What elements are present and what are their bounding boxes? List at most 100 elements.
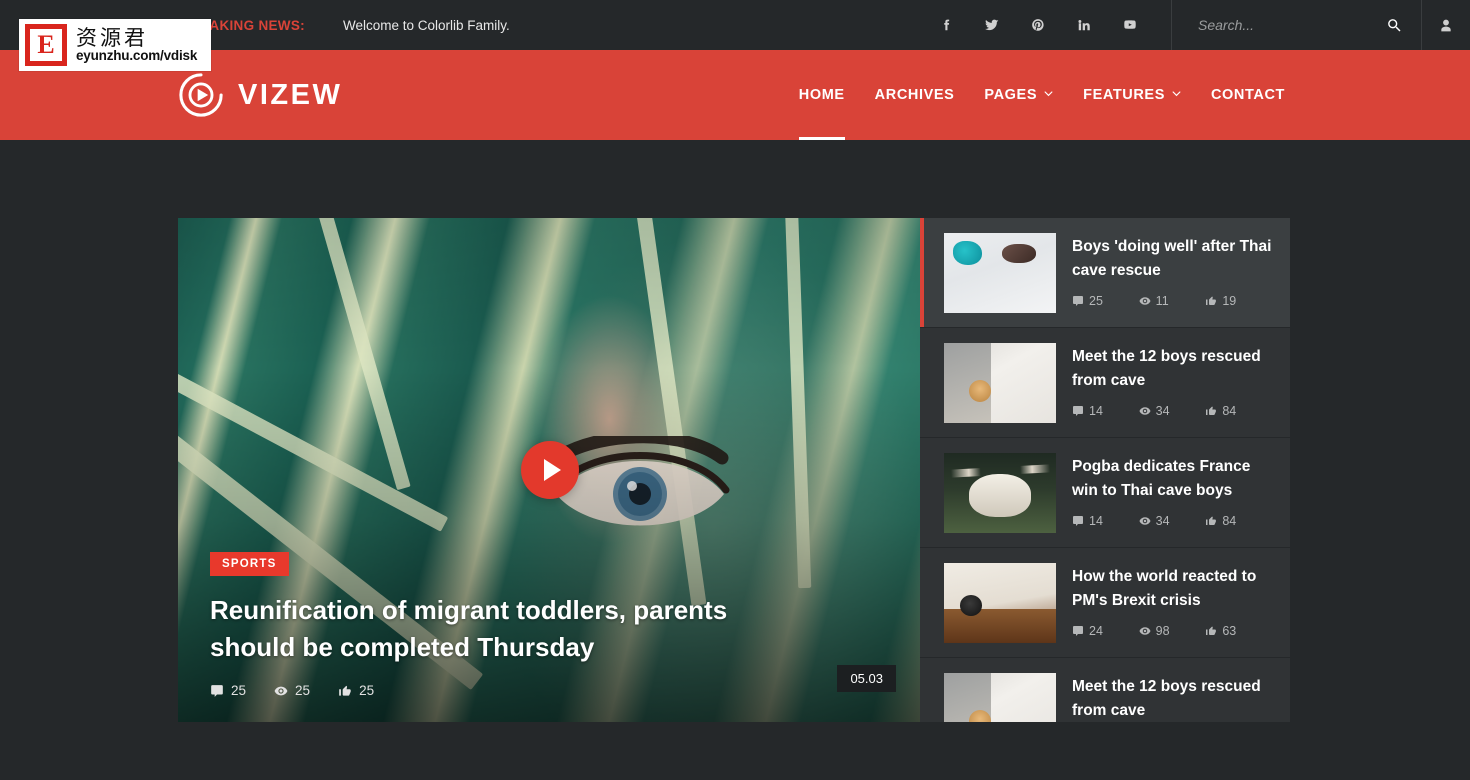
playlist-item-title[interactable]: Meet the 12 boys rescued from cave [1072, 345, 1272, 393]
nav-item-contact[interactable]: CONTACT [1196, 50, 1300, 140]
nav-label-pages: PAGES [984, 87, 1038, 103]
search-input[interactable] [1198, 17, 1381, 33]
playlist-item[interactable]: How the world reacted to PM's Brexit cri… [920, 548, 1290, 658]
comment-count-value: 14 [1089, 514, 1103, 529]
comment-count-value: 25 [231, 683, 247, 698]
main-header: VIZEW HOME ARCHIVES PAGES FEATURES CONTA… [0, 50, 1470, 140]
comment-count-value: 14 [1089, 404, 1103, 419]
comment-icon [1073, 296, 1083, 307]
view-count: 34 [1139, 514, 1206, 528]
thumbs-up-icon [1206, 296, 1217, 306]
watermark-overlay: E 资源君 eyunzhu.com/vdisk [19, 19, 211, 71]
video-duration: 05.03 [837, 665, 896, 692]
playlist-item-thumbnail [944, 673, 1056, 722]
featured-video-title[interactable]: Reunification of migrant toddlers, paren… [210, 592, 810, 667]
social-link-twitter[interactable] [969, 0, 1015, 50]
eye-icon [1139, 407, 1151, 415]
like-count: 84 [1205, 514, 1272, 528]
view-count-value: 98 [1155, 624, 1170, 639]
twitter-icon [985, 19, 999, 31]
playlist-item-meta: 14 34 84 [1072, 404, 1272, 418]
facebook-icon [944, 19, 950, 31]
eye-icon [1139, 517, 1151, 525]
social-link-pinterest[interactable] [1015, 0, 1061, 50]
comment-count-value: 25 [1089, 294, 1103, 309]
social-link-youtube[interactable] [1107, 0, 1153, 50]
nav-item-home[interactable]: HOME [784, 50, 860, 140]
view-count-value: 25 [295, 683, 311, 698]
playlist-item[interactable]: Boys 'doing well' after Thai cave rescue… [920, 218, 1290, 328]
view-count-value: 34 [1155, 404, 1170, 419]
thumbs-up-icon [1206, 516, 1217, 526]
nav-label-features: FEATURES [1083, 87, 1165, 103]
playlist-item-title[interactable]: Meet the 12 boys rescued from cave [1072, 675, 1272, 722]
comment-count: 14 [1072, 404, 1139, 418]
like-count: 19 [1205, 294, 1272, 308]
top-bar-right [923, 0, 1470, 50]
social-link-facebook[interactable] [923, 0, 969, 50]
thumbs-up-icon [339, 685, 351, 696]
playlist-item-title[interactable]: Boys 'doing well' after Thai cave rescue [1072, 235, 1272, 283]
watermark-logo-icon: E [25, 24, 67, 66]
featured-video[interactable]: SPORTS Reunification of migrant toddlers… [178, 218, 922, 722]
playlist-item-title[interactable]: How the world reacted to PM's Brexit cri… [1072, 565, 1272, 613]
comment-icon [1073, 626, 1083, 637]
view-count: 25 [274, 683, 310, 698]
comment-count: 25 [210, 683, 246, 698]
comment-count: 24 [1072, 624, 1139, 638]
play-circle-icon [179, 73, 223, 117]
account-button[interactable] [1422, 0, 1470, 50]
comment-icon [211, 684, 223, 697]
pinterest-icon [1032, 19, 1044, 31]
search-button[interactable] [1381, 12, 1407, 38]
featured-video-caption: SPORTS Reunification of migrant toddlers… [210, 551, 862, 698]
search-icon [1387, 18, 1401, 32]
breaking-news-text[interactable]: Welcome to Colorlib Family. [343, 18, 510, 33]
site-logo[interactable]: VIZEW [178, 72, 342, 118]
nav-label-home: HOME [798, 87, 845, 103]
playlist-item[interactable]: Meet the 12 boys rescued from cave [920, 658, 1290, 722]
playlist-item[interactable]: Pogba dedicates France win to Thai cave … [920, 438, 1290, 548]
nav-item-pages[interactable]: PAGES [969, 50, 1068, 140]
playlist-item-meta: 25 11 19 [1072, 294, 1272, 308]
nav-label-contact: CONTACT [1210, 87, 1285, 103]
content-stage: SPORTS Reunification of migrant toddlers… [0, 140, 1470, 780]
comment-icon [1073, 406, 1083, 417]
like-count: 84 [1205, 404, 1272, 418]
watermark-cn-text: 资源君 [76, 25, 148, 50]
playlist-item-thumbnail [944, 453, 1056, 533]
nav-label-archives: ARCHIVES [874, 87, 955, 103]
chevron-down-icon [1044, 90, 1053, 96]
nav-item-archives[interactable]: ARCHIVES [860, 50, 970, 140]
category-badge[interactable]: SPORTS [210, 551, 289, 576]
playlist-item[interactable]: Meet the 12 boys rescued from cave 14 34… [920, 328, 1290, 438]
playlist-sidebar[interactable]: Boys 'doing well' after Thai cave rescue… [920, 218, 1290, 722]
like-count-value: 63 [1222, 624, 1237, 639]
comment-count: 14 [1072, 514, 1139, 528]
brand-name: VIZEW [238, 78, 343, 111]
featured-video-meta: 25 25 25 [210, 683, 862, 698]
linkedin-icon [1078, 20, 1090, 31]
view-count-value: 11 [1155, 294, 1169, 309]
chevron-down-icon [1172, 90, 1181, 96]
nav-item-features[interactable]: FEATURES [1068, 50, 1196, 140]
playlist-item-thumbnail [944, 233, 1056, 313]
play-button[interactable] [521, 441, 579, 499]
comment-count: 25 [1072, 294, 1139, 308]
playlist-item-thumbnail [944, 343, 1056, 423]
top-bar: BREAKING NEWS: Welcome to Colorlib Famil… [0, 0, 1470, 50]
view-count: 11 [1139, 294, 1206, 308]
playlist-item-meta: 24 98 63 [1072, 624, 1272, 638]
like-count-value: 19 [1222, 294, 1237, 309]
playlist-item-title[interactable]: Pogba dedicates France win to Thai cave … [1072, 455, 1272, 503]
like-count-value: 25 [359, 683, 375, 698]
like-count: 63 [1205, 624, 1272, 638]
playlist-item-thumbnail [944, 563, 1056, 643]
user-icon [1441, 19, 1451, 31]
view-count: 34 [1139, 404, 1206, 418]
search-box[interactable] [1172, 0, 1422, 50]
thumbs-up-icon [1206, 406, 1217, 416]
social-links [923, 0, 1172, 50]
social-link-linkedin[interactable] [1061, 0, 1107, 50]
youtube-icon [1124, 20, 1136, 29]
